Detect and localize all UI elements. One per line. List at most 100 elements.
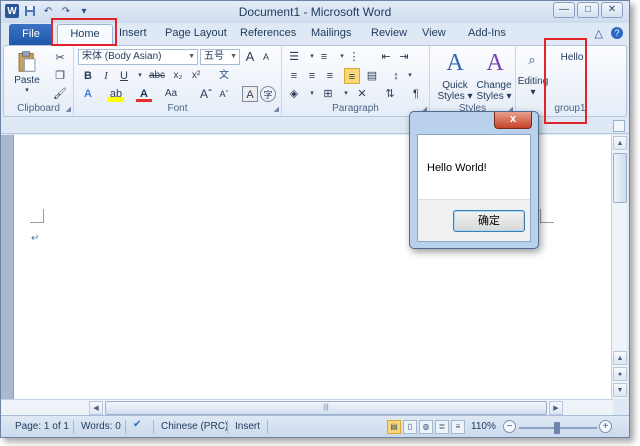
ok-button[interactable]: 确定 <box>453 210 525 232</box>
horizontal-scroll-thumb[interactable]: ||| <box>105 401 547 415</box>
dialog-launcher-icon[interactable]: ◢ <box>274 105 279 113</box>
restore-button[interactable]: □ <box>577 2 599 18</box>
status-divider <box>227 420 228 434</box>
zoom-slider-thumb[interactable] <box>554 422 560 434</box>
grow-font-icon-2[interactable]: Aˆ <box>198 86 214 102</box>
tab-view[interactable]: View <box>422 27 446 39</box>
font-group: 宋体 (Body Asian) ▼ 五号 ▼ A A B I U ▾ abc x… <box>74 46 282 116</box>
group1-label: group1 <box>554 103 586 114</box>
print-layout-view-icon[interactable]: ▤ <box>387 420 401 434</box>
highlight-color-icon[interactable]: ab <box>108 86 124 102</box>
bold-button[interactable]: B <box>80 68 96 84</box>
enclose-characters-button[interactable]: 字 <box>260 86 276 102</box>
title-bar: W ↶ ↷ ▾ Document1 - Microsoft Word — □ ✕ <box>1 1 629 23</box>
distributed-icon[interactable]: ▤ <box>364 68 380 84</box>
tab-insert[interactable]: Insert <box>119 27 147 39</box>
align-right-icon[interactable]: ≡ <box>322 68 338 84</box>
status-divider <box>267 420 268 434</box>
word-count-status[interactable]: Words: 0 <box>81 421 121 432</box>
minimize-button[interactable]: — <box>553 2 575 18</box>
word-window: W ↶ ↷ ▾ Document1 - Microsoft Word — □ ✕… <box>0 0 630 438</box>
previous-page-icon[interactable]: ▲ <box>613 351 627 365</box>
close-button[interactable]: ✕ <box>601 2 623 18</box>
format-painter-icon[interactable]: 🖌 <box>52 86 68 102</box>
character-shading-button[interactable]: A <box>242 86 258 102</box>
insert-mode-status[interactable]: Insert <box>235 421 260 432</box>
chevron-down-icon[interactable]: ▾ <box>304 86 320 102</box>
outline-view-icon[interactable]: ≣ <box>435 420 449 434</box>
chevron-down-icon[interactable]: ▾ <box>402 68 418 84</box>
subscript-button[interactable]: x₂ <box>170 68 186 84</box>
zoom-in-button[interactable]: + <box>599 420 612 433</box>
view-ruler-icon[interactable] <box>613 120 625 132</box>
text-effects-icon[interactable]: A <box>80 86 96 102</box>
tab-review[interactable]: Review <box>371 27 407 39</box>
shading-icon[interactable]: ◈ <box>286 86 302 102</box>
font-name-combo[interactable]: 宋体 (Body Asian) ▼ <box>78 49 198 65</box>
full-screen-reading-view-icon[interactable]: ▯ <box>403 420 417 434</box>
scroll-up-icon[interactable]: ▲ <box>613 136 627 150</box>
superscript-button[interactable]: x² <box>188 68 204 84</box>
browse-object-icon[interactable]: ● <box>613 367 627 381</box>
underline-button[interactable]: U <box>116 68 132 84</box>
vertical-scroll-thumb[interactable] <box>613 153 627 203</box>
increase-indent-icon[interactable]: ⇥ <box>396 49 412 65</box>
copy-icon[interactable]: ❐ <box>52 68 68 84</box>
zoom-level[interactable]: 110% <box>471 421 496 432</box>
paste-button[interactable]: Paste ▾ <box>12 50 42 94</box>
tab-add-ins[interactable]: Add-Ins <box>468 27 506 39</box>
grow-font-icon[interactable]: A <box>242 49 258 65</box>
hello-button[interactable]: Hello <box>552 52 592 63</box>
horizontal-scrollbar[interactable]: ◀ ||| ▶ <box>1 399 613 415</box>
bullets-icon[interactable]: ☰ <box>286 49 302 65</box>
tab-mailings[interactable]: Mailings <box>311 27 351 39</box>
decrease-indent-icon[interactable]: ⇤ <box>378 49 394 65</box>
strikethrough-button[interactable]: abc <box>146 68 168 84</box>
web-layout-view-icon[interactable]: ◍ <box>419 420 433 434</box>
find-binoculars-icon[interactable]: ⌕ <box>524 52 540 68</box>
vertical-scrollbar[interactable]: ▲ ▲ ● ▼ <box>611 135 627 399</box>
justify-icon[interactable]: ≡ <box>344 68 360 84</box>
scroll-left-icon[interactable]: ◀ <box>89 401 103 415</box>
font-color-icon[interactable]: A <box>136 86 152 102</box>
shrink-font-icon[interactable]: A <box>258 49 274 65</box>
page-count-status[interactable]: Page: 1 of 1 <box>15 421 69 432</box>
align-center-icon[interactable]: ≡ <box>304 68 320 84</box>
scroll-right-icon[interactable]: ▶ <box>549 401 563 415</box>
dialog-launcher-icon[interactable]: ◢ <box>66 105 71 113</box>
dialog-close-button[interactable]: x <box>494 112 532 129</box>
tab-home[interactable]: Home <box>57 24 113 45</box>
change-styles-button[interactable]: Change Styles ▾ <box>472 80 516 102</box>
numbering-icon[interactable]: ≡ <box>316 49 332 65</box>
shrink-font-icon-2[interactable]: Aˇ <box>216 86 232 102</box>
change-styles-icon[interactable]: A <box>480 48 510 78</box>
proofing-icon[interactable]: ✔ <box>133 419 141 430</box>
status-divider <box>73 420 74 434</box>
language-status[interactable]: Chinese (PRC) <box>161 421 228 432</box>
italic-button[interactable]: I <box>98 68 114 84</box>
dialog-body: Hello World! 确定 <box>417 134 531 242</box>
show-marks-icon[interactable]: ¶ <box>408 86 424 102</box>
phonetic-guide-icon[interactable]: 文 <box>214 68 234 84</box>
borders-icon[interactable]: ⊞ <box>320 86 336 102</box>
quick-styles-icon[interactable]: A <box>440 48 470 78</box>
tab-references[interactable]: References <box>240 27 296 39</box>
sort-icon[interactable]: ⇅ <box>382 86 398 102</box>
cut-icon[interactable]: ✂ <box>52 50 68 66</box>
tab-page-layout[interactable]: Page Layout <box>165 27 227 39</box>
help-icon[interactable]: ? <box>611 27 623 39</box>
font-size-value: 五号 <box>204 51 224 62</box>
zoom-out-button[interactable]: − <box>503 420 516 433</box>
tab-file[interactable]: File <box>9 24 53 45</box>
align-left-icon[interactable]: ≡ <box>286 68 302 84</box>
chinese-layout-icon[interactable]: ✕ <box>354 86 370 102</box>
next-page-icon[interactable]: ▼ <box>613 383 627 397</box>
font-size-combo[interactable]: 五号 ▼ <box>200 49 240 65</box>
chevron-down-icon[interactable]: ▾ <box>338 86 354 102</box>
minimize-ribbon-icon[interactable]: △ <box>595 27 603 40</box>
change-styles-label: Change <box>476 80 512 91</box>
change-case-button[interactable]: Aa <box>160 86 182 102</box>
draft-view-icon[interactable]: ≡ <box>451 420 465 434</box>
multilevel-list-icon[interactable]: ⋮ <box>346 49 362 65</box>
editing-button[interactable]: Editing ▾ <box>516 76 550 98</box>
